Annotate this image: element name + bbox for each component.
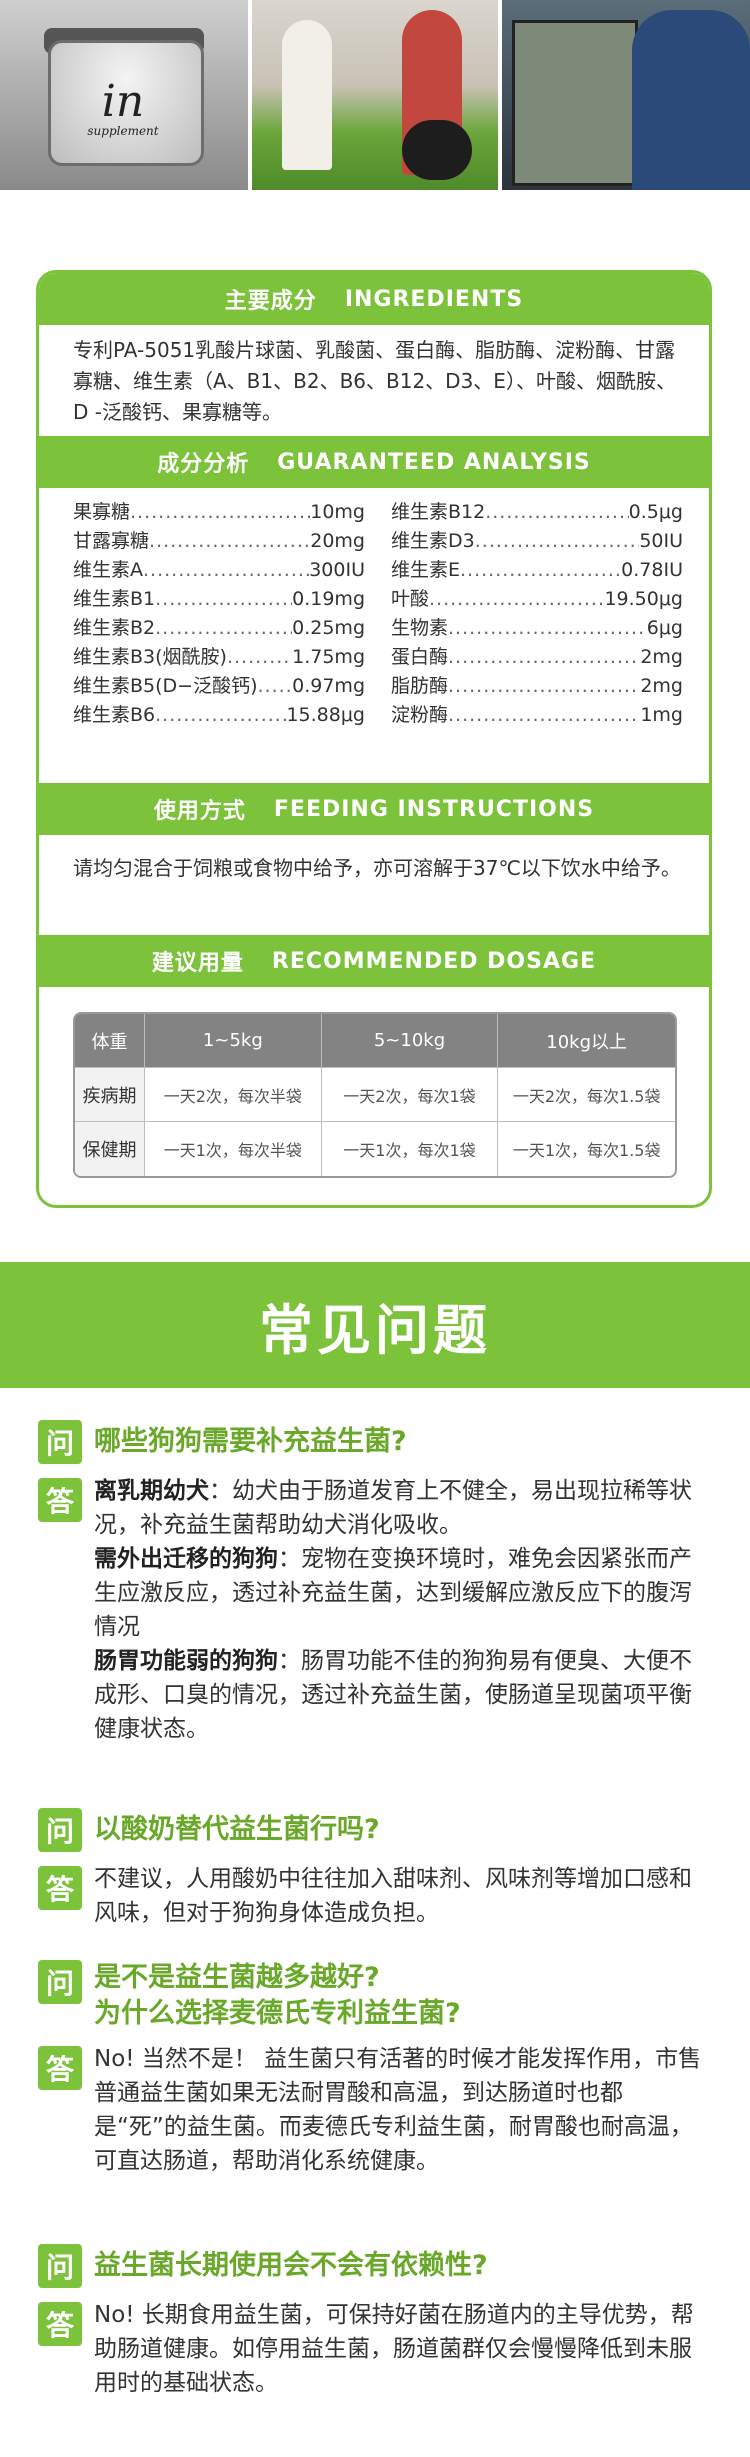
ingredients-title-en: INGREDIENTS [344,286,524,312]
analysis-item: 维生素B3(烟酰胺)1.75mg [73,643,365,672]
analysis-header: 成分分析 GUARANTEED ANALYSIS [39,436,709,488]
photo-strip: in supplement [0,0,750,190]
question-badge: 问 [38,1808,82,1852]
product-shelf [512,20,638,186]
answer-highlight: 肠胃功能弱的狗狗 [94,1648,278,1674]
vet-office-photo [502,0,750,190]
faq-question: 是不是益生菌越多越好? 为什么选择麦德氏专利益生菌? [94,1960,461,2032]
dosage-title-cn: 建议用量 [151,951,244,976]
analysis-item: 维生素B20.25mg [73,614,365,643]
faq-answer: 不建议，人用酸奶中往往加入甜味剂、风味剂等增加口感和风味，但对于狗狗身体造成负担… [94,1866,692,1926]
analysis-item: 蛋白酶2mg [391,643,683,672]
analysis-item: 维生素E0.78IU [391,556,683,585]
dosage-row-label: 疾病期 [75,1068,145,1122]
analysis-list: 果寡糖10mg 维生素B120.5μg 甘露寡糖20mg 维生素D350IU 维… [73,498,683,730]
question-badge: 问 [38,1960,82,2004]
analysis-item: 维生素A300IU [73,556,365,585]
dosage-header-cell: 体重 [75,1014,145,1068]
jar-label-big: in [101,76,145,127]
dog-figure [402,120,472,180]
dosage-cell: 一天2次，每次半袋 [145,1068,322,1122]
jar-label-small: supplement [87,124,159,138]
feeding-header: 使用方式 FEEDING INSTRUCTIONS [39,783,709,835]
dosage-header-cell: 5~10kg [321,1014,499,1068]
analysis-item: 维生素B5(D−泛酸钙)0.97mg [73,672,365,701]
faq-answer: No! 长期食用益生菌，可保持好菌在肠道内的主导优势，帮助肠道健康。如停用益生菌… [94,2302,694,2396]
feeding-text: 请均匀混合于饲粮或食物中给予，亦可溶解于37℃以下饮水中给予。 [73,856,681,880]
faq-question-line: 是不是益生菌越多越好? [94,1962,380,1993]
answer-badge: 答 [38,2046,82,2090]
analysis-item: 叶酸19.50μg [391,585,683,614]
answer-badge: 答 [38,2302,82,2346]
product-jar-photo: in supplement [0,0,248,190]
dosage-cell: 一天1次，每次1.5袋 [512,1141,661,1160]
dosage-cell: 一天1次，每次1袋 [322,1122,499,1176]
dog-show-photo [252,0,498,190]
question-badge: 问 [38,2244,82,2288]
question-badge: 问 [38,1420,82,1464]
faq-item: 问 以酸奶替代益生菌行吗? 答 不建议，人用酸奶中往往加入甜味剂、风味剂等增加口… [38,1808,714,1930]
faq-item: 问 益生菌长期使用会不会有依赖性? 答 No! 长期食用益生菌，可保持好菌在肠道… [38,2244,714,2400]
analysis-item: 维生素B10.19mg [73,585,365,614]
faq-answer: No! 当然不是！ 益生菌只有活著的时候才能发挥作用，市售普通益生菌如果无法耐胃… [94,2046,702,2174]
analysis-item: 甘露寡糖20mg [73,527,365,556]
dosage-header-cell: 1~5kg [145,1014,322,1068]
faq-title: 常见问题 [259,1298,491,1362]
jar-label: in supplement [64,76,182,139]
answer-highlight: 需外出迁移的狗狗 [94,1546,278,1572]
answer-badge: 答 [38,1866,82,1910]
answer-highlight: 离乳期幼犬 [94,1478,209,1504]
analysis-title-en: GUARANTEED ANALYSIS [277,449,591,475]
dosage-row-label: 保健期 [75,1122,145,1176]
faq-question-line: 为什么选择麦德氏专利益生菌? [94,1998,461,2029]
dosage-cell: 一天2次，每次1袋 [321,1068,499,1122]
dosage-cell: 一天2次，每次1.5袋 [498,1068,675,1122]
faq-item: 问 是不是益生菌越多越好? 为什么选择麦德氏专利益生菌? 答 No! 当然不是！… [38,1960,714,2178]
ingredients-text: 专利PA-5051乳酸片球菌、乳酸菌、蛋白酶、脂肪酶、淀粉酶、甘露寡糖、维生素（… [73,338,676,424]
dosage-title-en: RECOMMENDED DOSAGE [271,948,597,974]
analysis-item: 维生素D350IU [391,527,683,556]
analysis-item: 维生素B615.88μg [73,701,365,730]
analysis-item: 维生素B120.5μg [391,498,683,527]
person-figure [632,10,750,190]
dosage-header: 建议用量 RECOMMENDED DOSAGE [39,935,709,987]
faq-question: 哪些狗狗需要补充益生菌? [94,1426,407,1457]
analysis-item: 生物素6μg [391,614,683,643]
faq-question: 益生菌长期使用会不会有依赖性? [94,2250,488,2281]
analysis-item: 脂肪酶2mg [391,672,683,701]
faq-item: 问 哪些狗狗需要补充益生菌? 答 离乳期幼犬：幼犬由于肠道发育上不健全，易出现拉… [38,1420,714,1746]
product-info-card: 主要成分 INGREDIENTS 专利PA-5051乳酸片球菌、乳酸菌、蛋白酶、… [36,270,712,1208]
analysis-item: 淀粉酶1mg [391,701,683,730]
faq-banner: 常见问题 [0,1262,750,1388]
dosage-header-cell: 10kg以上 [498,1014,675,1068]
ingredients-title-cn: 主要成分 [224,289,317,314]
faq-question: 以酸奶替代益生菌行吗? [94,1814,380,1845]
ingredients-header: 主要成分 INGREDIENTS [39,273,709,325]
dosage-table: 体重 1~5kg 5~10kg 10kg以上 疾病期 一天2次，每次半袋 一天2… [73,1012,677,1178]
feeding-title-cn: 使用方式 [153,799,246,824]
dosage-cell: 一天1次，每次半袋 [145,1122,322,1176]
analysis-title-cn: 成分分析 [157,452,250,477]
feeding-title-en: FEEDING INSTRUCTIONS [273,796,595,822]
analysis-item: 果寡糖10mg [73,498,365,527]
faq-answer: 离乳期幼犬：幼犬由于肠道发育上不健全，易出现拉稀等状况，补充益生菌帮助幼犬消化吸… [94,1474,714,1746]
answer-badge: 答 [38,1478,82,1522]
person-figure [282,20,332,170]
